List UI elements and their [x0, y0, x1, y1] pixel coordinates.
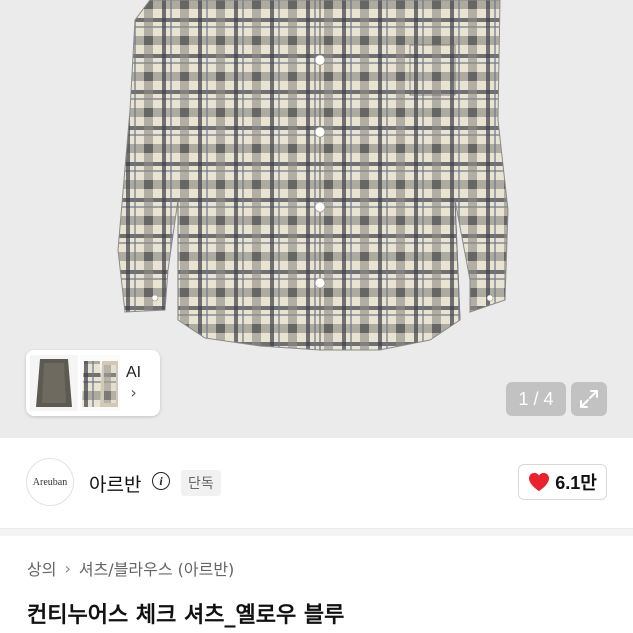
like-count: 6.1만 [555, 473, 597, 493]
heart-icon [529, 472, 550, 492]
exclusive-badge: 단독 [181, 470, 221, 496]
brand-row: Areuban 아르반 i 단독 6.1만 [0, 438, 633, 528]
chevron-right-icon: › [64, 558, 71, 578]
expand-button[interactable] [571, 382, 607, 416]
ai-thumbnail-card[interactable]: AI › [26, 350, 160, 416]
like-button[interactable]: 6.1만 [518, 464, 607, 500]
brand-name[interactable]: 아르반 [89, 470, 141, 497]
thumbnail-images [30, 355, 120, 411]
brand-logo-text: Areuban [32, 476, 68, 488]
chevron-right-icon: › [130, 383, 137, 402]
ai-label: AI [126, 364, 142, 381]
breadcrumb-item-shirts[interactable]: 셔츠/블라우스 (아르반) [79, 556, 234, 580]
breadcrumb-item-top[interactable]: 상의 [27, 556, 56, 580]
breadcrumb: 상의 › 셔츠/블라우스 (아르반) [27, 556, 234, 580]
product-image-gallery[interactable]: AI › 1 / 4 [0, 0, 633, 438]
section-divider [0, 528, 633, 536]
brand-logo[interactable]: Areuban [26, 458, 74, 506]
product-title: 컨티누어스 체크 셔츠_옐로우 블루 [27, 603, 345, 628]
image-counter: 1 / 4 [506, 382, 566, 416]
expand-arrows-icon [580, 390, 598, 408]
info-icon[interactable]: i [152, 472, 170, 490]
